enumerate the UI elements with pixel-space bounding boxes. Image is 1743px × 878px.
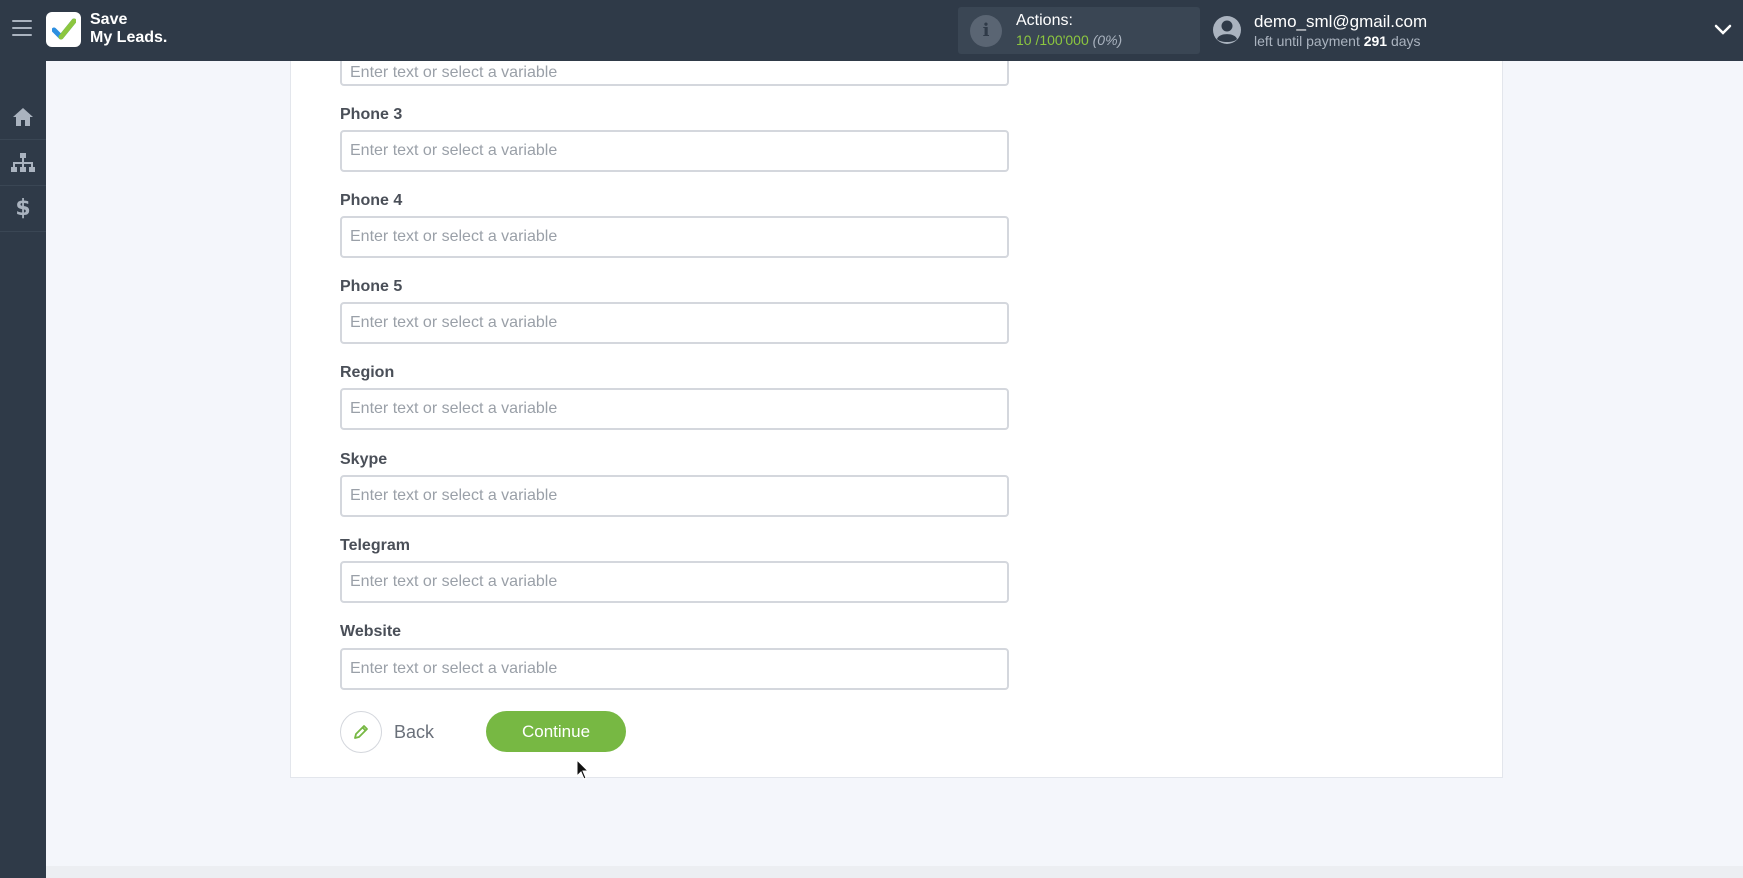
- payment-prefix: left until payment: [1254, 33, 1360, 49]
- region-input[interactable]: [340, 388, 1009, 430]
- bottom-strip: [46, 866, 1743, 878]
- back-button[interactable]: Back: [340, 711, 434, 753]
- info-icon: i: [970, 15, 1002, 47]
- field-label-skype: Skype: [340, 451, 388, 468]
- phone-5-input[interactable]: [340, 302, 1009, 344]
- phone-3-input[interactable]: [340, 130, 1009, 172]
- back-label: Back: [394, 721, 435, 742]
- sidebar-item-billing[interactable]: $: [0, 186, 46, 232]
- actions-counter[interactable]: i Actions: 10 /100'000 (0%): [958, 7, 1200, 54]
- phone-4-input[interactable]: [340, 216, 1009, 258]
- actions-value: 10 /100'000 (0%): [1016, 32, 1122, 48]
- website-input[interactable]: [340, 648, 1009, 690]
- sitemap-icon: [11, 152, 35, 172]
- logo-check-icon: [46, 11, 81, 47]
- field-label-phone-4: Phone 4: [340, 192, 403, 209]
- field-label-telegram: Telegram: [340, 537, 410, 554]
- payment-suffix: days: [1390, 33, 1421, 49]
- actions-label: Actions:: [1016, 12, 1073, 29]
- payment-status: left until payment 291 days: [1254, 33, 1421, 49]
- user-email[interactable]: demo_sml@gmail.com: [1254, 12, 1427, 32]
- sidebar-item-connections[interactable]: [0, 140, 46, 186]
- dollar-icon: $: [15, 196, 31, 221]
- home-icon: [13, 107, 33, 126]
- user-avatar-icon[interactable]: [1212, 15, 1242, 45]
- actions-percent: (0%): [1092, 32, 1123, 48]
- mouse-cursor-icon: [576, 759, 590, 780]
- brand-line2: My Leads.: [90, 29, 168, 46]
- telegram-input[interactable]: [340, 561, 1009, 603]
- logo[interactable]: Save My Leads.: [46, 11, 167, 47]
- top-bar: Save My Leads. i Actions: 10 /100'000 (0…: [0, 0, 1743, 61]
- form-card: Phone 3 Phone 4 Phone 5 Region Skype Tel…: [290, 61, 1503, 778]
- sidebar-item-home[interactable]: [0, 94, 46, 140]
- field-label-phone-3: Phone 3: [340, 106, 403, 123]
- actions-used: 10: [1016, 32, 1032, 48]
- chevron-down-icon[interactable]: [1714, 22, 1732, 36]
- previous-field-input[interactable]: [340, 61, 1009, 86]
- pencil-icon: [340, 711, 382, 753]
- field-label-website: Website: [340, 623, 402, 640]
- skype-input[interactable]: [340, 475, 1009, 517]
- brand-line1: Save: [90, 11, 128, 28]
- menu-icon[interactable]: [12, 20, 32, 40]
- field-label-phone-5: Phone 5: [340, 278, 403, 295]
- actions-total: /100'000: [1035, 32, 1089, 48]
- continue-button[interactable]: Continue: [486, 711, 626, 752]
- field-label-region: Region: [340, 364, 395, 381]
- payment-days: 291: [1363, 33, 1388, 49]
- sidebar: $: [0, 61, 46, 878]
